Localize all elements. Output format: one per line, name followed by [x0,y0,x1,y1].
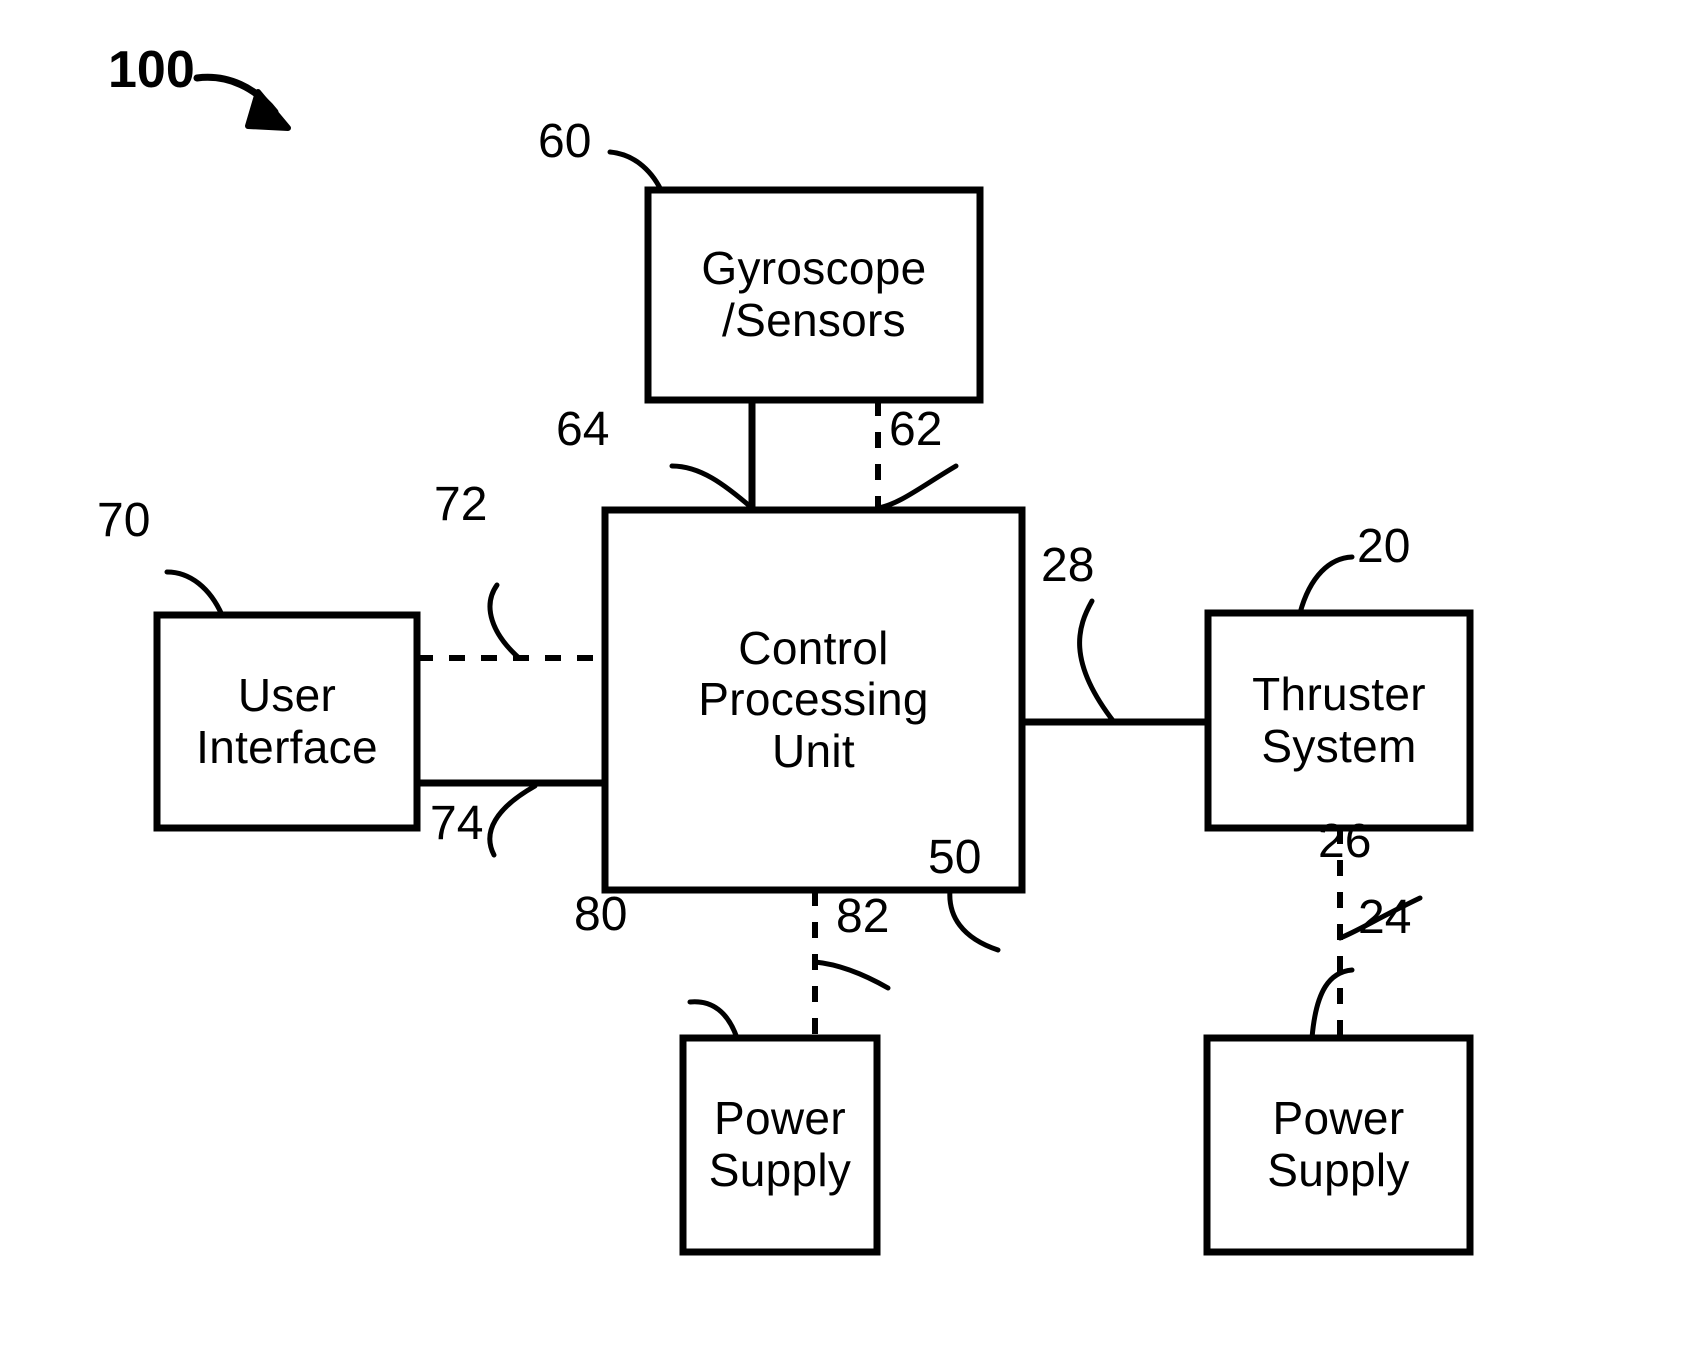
reference-numeral-24: 24 [1358,891,1412,944]
block-thruster-system [1204,609,1474,832]
patent-block-diagram: Gyroscope /Sensors Control Processing Un… [0,0,1698,1369]
reference-numeral-26: 26 [1318,815,1372,868]
figure-arrowhead [245,89,291,131]
reference-numeral-62: 62 [889,403,943,456]
leader-80 [687,999,740,1041]
leader-20 [1297,554,1355,616]
block-power-supply-cpu [679,1034,881,1256]
reference-numeral-72: 72 [434,478,488,531]
block-power-supply-thruster [1203,1034,1474,1256]
reference-numeral-64: 64 [556,403,610,456]
leader-60 [607,149,664,193]
leader-64 [669,463,755,511]
reference-numeral-74: 74 [430,797,484,850]
leader-70 [164,569,225,618]
reference-numeral-100: 100 [108,41,195,99]
leader-28 [1077,598,1117,725]
leader-62 [875,463,959,511]
reference-numeral-82: 82 [836,890,890,943]
block-user-interface [153,611,421,832]
leader-24 [1309,967,1355,1041]
reference-numeral-50: 50 [928,831,982,884]
leader-50-curve [947,887,1001,953]
block-gyroscope-sensors [644,186,984,404]
reference-numeral-28: 28 [1041,539,1095,592]
leader-82 [812,959,891,991]
reference-numeral-80: 80 [574,888,628,941]
leader-74 [487,783,538,858]
diagram-canvas [153,73,1474,1256]
reference-numeral-20: 20 [1357,520,1411,573]
reference-numeral-70: 70 [97,494,151,547]
reference-numeral-60: 60 [538,115,592,168]
leader-72 [487,582,522,661]
